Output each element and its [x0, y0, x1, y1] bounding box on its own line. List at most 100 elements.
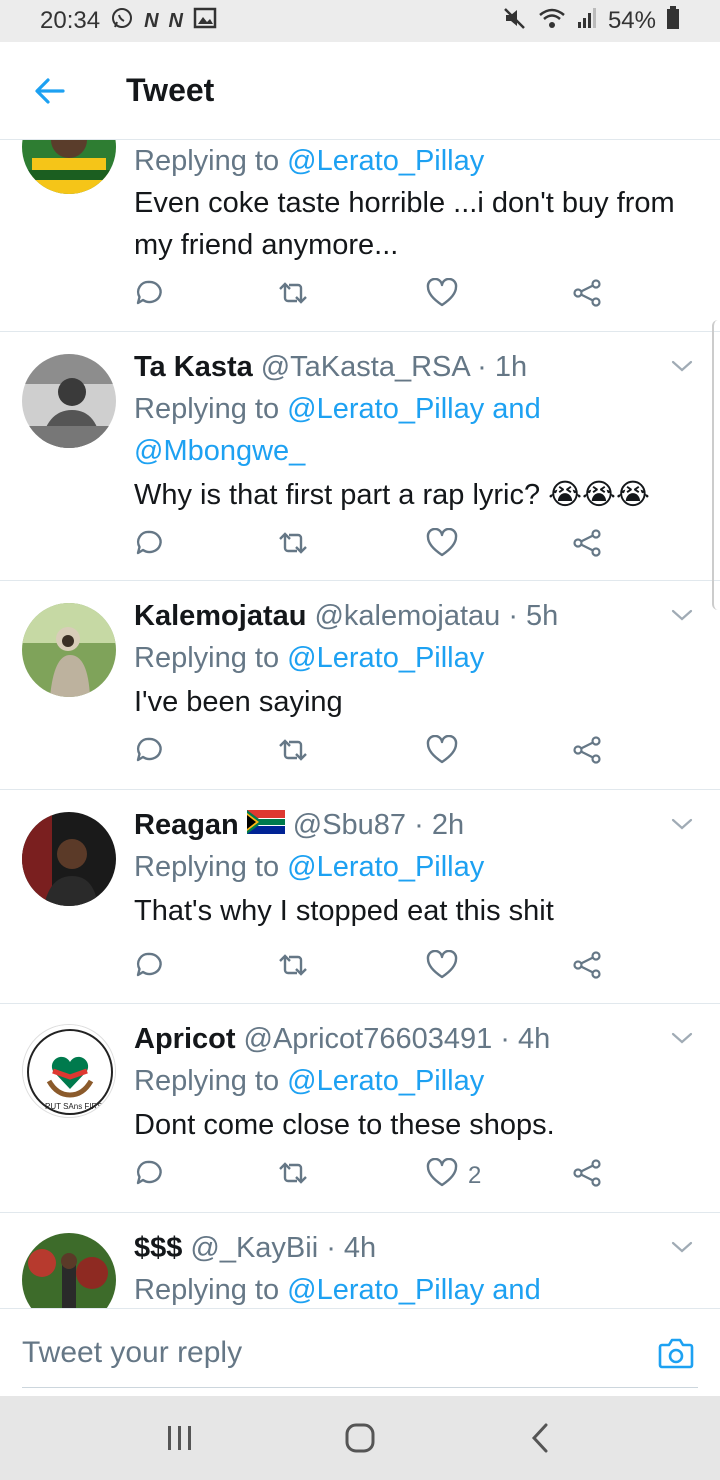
avatar[interactable] — [22, 603, 116, 697]
retweet-button[interactable] — [276, 1156, 310, 1196]
tweet-text: That's why I stopped eat this shit — [134, 895, 554, 927]
avatar[interactable] — [22, 812, 116, 906]
tweet-text: I've been saying — [134, 686, 343, 718]
battery-icon — [666, 5, 680, 37]
whatsapp-icon — [110, 6, 134, 37]
tweet[interactable]: Reagan @Sbu87 · 2h Replying to @Lerato_P… — [0, 790, 720, 1004]
user-name[interactable]: $$$ — [134, 1227, 182, 1269]
retweet-button[interactable] — [276, 733, 310, 773]
mention-link[interactable]: @Lerato_Pillay and — [287, 1274, 541, 1306]
avatar[interactable] — [22, 1233, 116, 1308]
retweet-icon — [276, 528, 310, 565]
avatar[interactable]: PUT SAns FIRST — [22, 1024, 116, 1118]
tweet[interactable]: Replying to @Lerato_Pillay Even coke tas… — [0, 140, 720, 332]
retweet-button[interactable] — [276, 526, 310, 566]
tweet-actions — [134, 526, 614, 566]
reply-button[interactable] — [134, 526, 164, 566]
share-icon — [572, 278, 602, 315]
like-button[interactable] — [426, 526, 468, 566]
retweet-icon — [276, 735, 310, 772]
mention-link[interactable]: @Mbongwe_ — [134, 430, 700, 472]
status-bar: 20:34 N N 54% — [0, 0, 720, 42]
user-handle: @Apricot76603491 · 4h — [243, 1023, 551, 1055]
heart-icon — [426, 527, 458, 565]
mention-link[interactable]: @Lerato_Pillay — [287, 1065, 484, 1097]
heart-icon — [426, 949, 458, 987]
reply-input[interactable] — [22, 1327, 642, 1379]
chevron-down-icon[interactable] — [668, 601, 696, 629]
home-button[interactable] — [330, 1408, 390, 1468]
share-button[interactable] — [572, 1156, 602, 1196]
retweet-icon — [276, 1158, 310, 1195]
replying-to: Replying to @Lerato_Pillay — [134, 1065, 485, 1097]
back-button[interactable] — [0, 42, 100, 140]
camera-icon[interactable] — [656, 1333, 696, 1373]
mention-link[interactable]: @Lerato_Pillay and — [287, 393, 541, 425]
chevron-down-icon[interactable] — [668, 1024, 696, 1052]
heart-icon — [426, 277, 458, 315]
tweet-text: Why is that first part a rap lyric? 😭😭😭 — [134, 479, 650, 511]
user-handle: @Sbu87 · 2h — [292, 809, 465, 841]
system-nav-bar — [0, 1396, 720, 1480]
retweet-button[interactable] — [276, 948, 310, 988]
retweet-icon — [276, 950, 310, 987]
replying-to: Replying to @Lerato_Pillay — [134, 642, 485, 674]
reply-button[interactable] — [134, 276, 164, 316]
tweet[interactable]: Ta Kasta @TaKasta_RSA · 1h Replying to @… — [0, 332, 720, 581]
retweet-button[interactable] — [276, 276, 310, 316]
like-button[interactable] — [426, 948, 468, 988]
app-header: Tweet — [0, 42, 720, 140]
user-name[interactable]: Apricot — [134, 1018, 236, 1060]
mention-link[interactable]: @Lerato_Pillay — [287, 642, 484, 674]
reply-button[interactable] — [134, 948, 164, 988]
heart-icon — [426, 1157, 458, 1195]
mention-link[interactable]: @Lerato_Pillay — [287, 851, 484, 883]
heart-icon — [426, 734, 458, 772]
share-icon — [572, 950, 602, 987]
share-button[interactable] — [572, 276, 602, 316]
chevron-down-icon[interactable] — [668, 352, 696, 380]
replying-to: Replying to @Lerato_Pillay and — [134, 393, 541, 425]
tweet[interactable]: PUT SAns FIRST Apricot @Apricot76603491 … — [0, 1004, 720, 1213]
back-nav-button[interactable] — [510, 1408, 570, 1468]
mute-icon — [502, 6, 528, 37]
mention-link[interactable]: @Lerato_Pillay — [287, 145, 484, 177]
user-handle: @kalemojatau · 5h — [314, 600, 559, 632]
reply-icon — [134, 1158, 164, 1195]
user-handle: @_KayBii · 4h — [190, 1232, 377, 1264]
avatar[interactable] — [22, 140, 116, 194]
replying-to: Replying to @Lerato_Pillay — [134, 851, 485, 883]
replying-to: Replying to @Lerato_Pillay — [134, 145, 485, 177]
back-arrow-icon — [35, 77, 65, 104]
tweet-meta: Apricot @Apricot76603491 · 4h — [134, 1018, 700, 1060]
chevron-down-icon[interactable] — [668, 810, 696, 838]
retweet-icon — [276, 278, 310, 315]
status-time: 20:34 — [40, 7, 101, 34]
reply-bar — [0, 1308, 720, 1396]
reply-button[interactable] — [134, 1156, 164, 1196]
divider — [22, 1387, 698, 1388]
page-title: Tweet — [126, 72, 215, 108]
reply-feed[interactable]: Replying to @Lerato_Pillay Even coke tas… — [0, 140, 720, 1308]
tweet[interactable]: Kalemojatau @kalemojatau · 5h Replying t… — [0, 581, 720, 790]
user-name[interactable]: Reagan — [134, 804, 239, 846]
share-button[interactable] — [572, 948, 602, 988]
user-name[interactable]: Ta Kasta — [134, 346, 253, 388]
reply-button[interactable] — [134, 733, 164, 773]
avatar[interactable] — [22, 354, 116, 448]
like-button[interactable] — [426, 276, 468, 316]
recent-apps-button[interactable] — [150, 1408, 210, 1468]
scrollbar[interactable] — [712, 320, 720, 610]
share-button[interactable] — [572, 526, 602, 566]
user-name[interactable]: Kalemojatau — [134, 595, 306, 637]
share-button[interactable] — [572, 733, 602, 773]
avatar-logo-text: PUT SAns FIRST — [45, 1102, 108, 1111]
tweet-meta: $$$ @_KayBii · 4h — [134, 1227, 700, 1269]
like-button[interactable] — [426, 733, 468, 773]
signal-icon — [576, 7, 598, 36]
like-button[interactable]: 2 — [426, 1156, 481, 1196]
tweet-actions — [134, 276, 614, 316]
reply-icon — [134, 735, 164, 772]
tweet[interactable]: $$$ @_KayBii · 4h Replying to @Lerato_Pi… — [0, 1213, 720, 1308]
chevron-down-icon[interactable] — [668, 1233, 696, 1261]
